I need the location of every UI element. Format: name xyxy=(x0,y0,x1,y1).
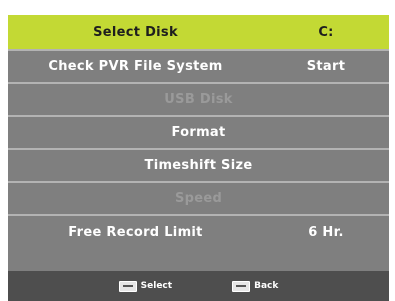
timeshift-size-row[interactable]: Timeshift Size xyxy=(8,150,389,183)
free-record-limit-row[interactable]: Free Record Limit 6 Hr. xyxy=(8,216,389,249)
select-hint: Select xyxy=(118,280,173,292)
menu-key-icon xyxy=(232,280,251,292)
usb-disk-label: USB Disk xyxy=(164,92,233,107)
usb-disk-row: USB Disk xyxy=(8,84,389,117)
check-pvr-file-system-value: Start xyxy=(306,59,346,74)
timeshift-size-label: Timeshift Size xyxy=(144,158,253,173)
speed-row: Speed xyxy=(8,183,389,216)
check-pvr-file-system-row[interactable]: Check PVR File System Start xyxy=(8,51,389,84)
format-row[interactable]: Format xyxy=(8,117,389,150)
back-hint-label: Back xyxy=(254,281,279,291)
free-record-limit-value: 6 Hr. xyxy=(308,225,344,240)
format-label: Format xyxy=(171,125,226,140)
ok-key-icon xyxy=(118,280,137,292)
select-disk-row[interactable]: Select Disk C: xyxy=(8,15,389,51)
select-disk-value: C: xyxy=(318,24,334,40)
footer-hint-bar: Select Back xyxy=(8,271,389,301)
check-pvr-file-system-label: Check PVR File System xyxy=(48,59,223,74)
back-hint: Back xyxy=(232,280,279,292)
select-disk-label: Select Disk xyxy=(93,24,178,40)
pvr-settings-menu: Select Disk C: Check PVR File System Sta… xyxy=(8,15,389,301)
speed-label: Speed xyxy=(174,191,223,206)
select-hint-label: Select xyxy=(140,281,173,291)
free-record-limit-label: Free Record Limit xyxy=(68,225,203,240)
